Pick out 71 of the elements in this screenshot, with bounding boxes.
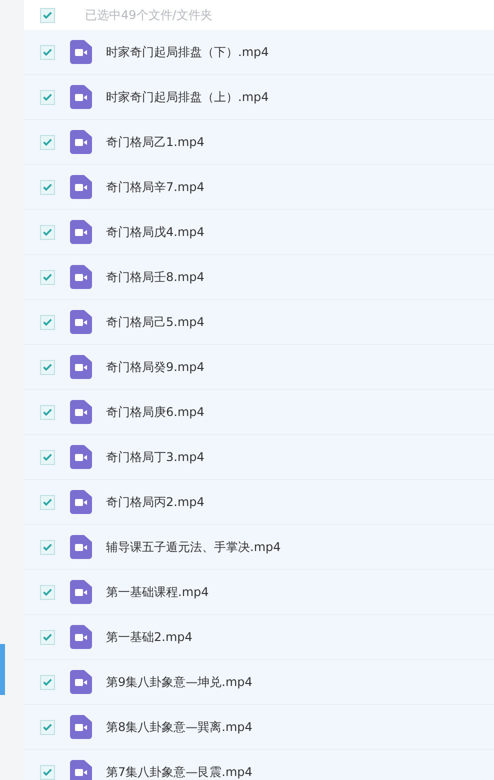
file-name: 奇门格局戊4.mp4 xyxy=(106,224,204,240)
video-file-icon xyxy=(70,130,92,154)
file-name: 第8集八卦象意—巽离.mp4 xyxy=(106,718,252,736)
video-file-icon xyxy=(70,715,92,739)
checkbox[interactable] xyxy=(40,584,55,600)
file-row[interactable]: 奇门格局丁3.mp4 xyxy=(24,435,494,480)
checkbox[interactable] xyxy=(40,674,55,690)
checkbox[interactable] xyxy=(40,404,55,420)
video-file-icon xyxy=(70,445,92,469)
video-file-icon xyxy=(70,40,92,64)
checkbox[interactable] xyxy=(40,630,55,644)
checkbox[interactable] xyxy=(40,450,55,464)
video-file-icon xyxy=(70,760,92,780)
file-row[interactable]: 奇门格局壬8.mp4 xyxy=(24,255,494,300)
video-file-icon xyxy=(70,310,92,334)
file-row[interactable]: 第8集八卦象意—巽离.mp4 xyxy=(24,705,494,750)
file-name: 第一基础2.mp4 xyxy=(106,628,192,646)
checkbox[interactable] xyxy=(40,180,55,194)
checkbox[interactable] xyxy=(40,494,55,510)
video-file-icon xyxy=(70,400,92,424)
file-name: 奇门格局癸9.mp4 xyxy=(106,358,204,376)
select-all-checkbox[interactable] xyxy=(40,8,55,22)
checkbox[interactable] xyxy=(40,90,55,104)
selection-count: 已选中49个文件/文件夹 xyxy=(85,6,212,24)
file-name: 时家奇门起局排盘（下）.mp4 xyxy=(106,44,269,60)
file-row[interactable]: 辅导课五子遁元法、手掌决.mp4 xyxy=(24,525,494,570)
file-name: 第7集八卦象意—艮震.mp4 xyxy=(106,764,252,780)
file-row[interactable]: 第一基础2.mp4 xyxy=(24,615,494,660)
checkbox[interactable] xyxy=(40,720,55,734)
file-row[interactable]: 第9集八卦象意—坤兑.mp4 xyxy=(24,660,494,705)
video-file-icon xyxy=(70,490,92,514)
video-file-icon xyxy=(70,265,92,289)
video-file-icon xyxy=(70,580,92,604)
checkbox[interactable] xyxy=(40,224,55,240)
checkbox[interactable] xyxy=(40,540,55,554)
file-row[interactable]: 奇门格局丙2.mp4 xyxy=(24,480,494,525)
video-file-icon xyxy=(70,670,92,694)
file-row[interactable]: 奇门格局辛7.mp4 xyxy=(24,165,494,210)
file-row[interactable]: 时家奇门起局排盘（下）.mp4 xyxy=(24,30,494,75)
video-file-icon xyxy=(70,175,92,199)
file-name: 第9集八卦象意—坤兑.mp4 xyxy=(106,674,252,690)
checkbox[interactable] xyxy=(40,134,55,150)
checkbox[interactable] xyxy=(40,764,55,780)
file-row[interactable]: 第7集八卦象意—艮震.mp4 xyxy=(24,750,494,780)
file-row[interactable]: 奇门格局乙1.mp4 xyxy=(24,120,494,165)
file-row[interactable]: 奇门格局癸9.mp4 xyxy=(24,345,494,390)
file-row[interactable]: 第一基础课程.mp4 xyxy=(24,570,494,615)
video-file-icon xyxy=(70,355,92,379)
file-row[interactable]: 时家奇门起局排盘（上）.mp4 xyxy=(24,75,494,120)
file-row[interactable]: 奇门格局己5.mp4 xyxy=(24,300,494,345)
file-row[interactable]: 奇门格局戊4.mp4 xyxy=(24,210,494,255)
video-file-icon xyxy=(70,220,92,244)
checkbox[interactable] xyxy=(40,44,55,60)
file-name: 奇门格局庚6.mp4 xyxy=(106,404,204,420)
file-name: 奇门格局壬8.mp4 xyxy=(106,268,204,286)
file-name: 奇门格局辛7.mp4 xyxy=(106,178,204,196)
file-name: 奇门格局丙2.mp4 xyxy=(106,494,204,510)
file-name: 奇门格局己5.mp4 xyxy=(106,314,204,330)
file-name: 时家奇门起局排盘（上）.mp4 xyxy=(106,88,269,106)
file-name: 辅导课五子遁元法、手掌决.mp4 xyxy=(106,538,281,556)
file-row[interactable]: 奇门格局庚6.mp4 xyxy=(24,390,494,435)
sidebar-highlight xyxy=(0,644,5,695)
file-name: 第一基础课程.mp4 xyxy=(106,584,209,600)
file-name: 奇门格局丁3.mp4 xyxy=(106,448,204,466)
checkbox[interactable] xyxy=(40,270,55,284)
checkbox[interactable] xyxy=(40,314,55,330)
video-file-icon xyxy=(70,625,92,649)
checkbox[interactable] xyxy=(40,360,55,374)
video-file-icon xyxy=(70,535,92,559)
file-name: 奇门格局乙1.mp4 xyxy=(106,134,204,150)
video-file-icon xyxy=(70,85,92,109)
